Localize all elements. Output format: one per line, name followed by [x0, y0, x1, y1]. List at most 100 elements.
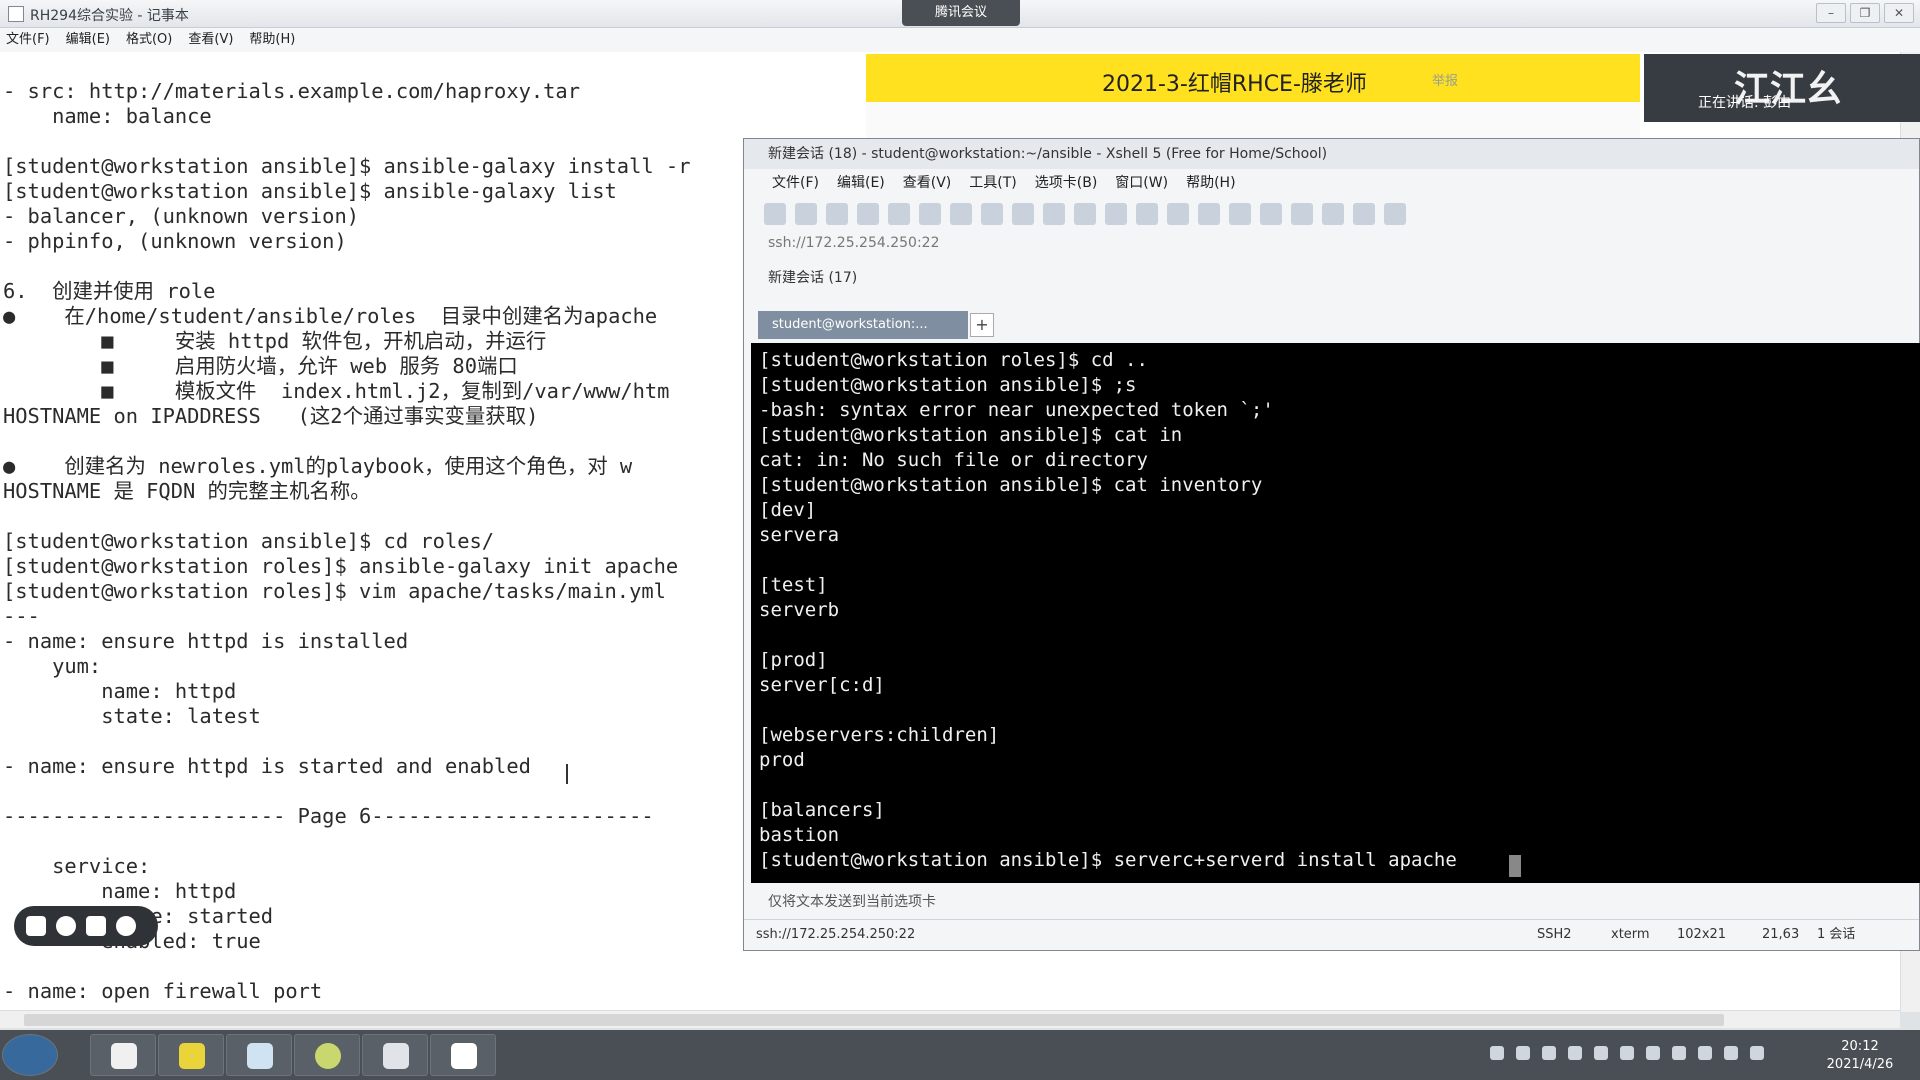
xs-menu-window[interactable]: 窗口(W)	[1115, 169, 1168, 197]
new-session-icon[interactable]	[764, 203, 786, 225]
grid-icon[interactable]	[26, 916, 46, 936]
notepad-line: [student@workstation roles]$ vim apache/…	[3, 579, 666, 603]
menu-help[interactable]: 帮助(H)	[249, 28, 295, 52]
terminal-line: [test]	[759, 574, 828, 596]
scrollbar-thumb[interactable]	[24, 1014, 1724, 1026]
taskbar-app-browser[interactable]	[294, 1034, 360, 1076]
xshell-window: 新建会话 (18) - student@workstation:~/ansibl…	[743, 138, 1920, 951]
paste-icon[interactable]	[950, 203, 972, 225]
terminal-line: [webservers:children]	[759, 724, 1000, 746]
xs-menu-tools[interactable]: 工具(T)	[969, 169, 1016, 197]
notepad-line: ■ 安装 httpd 软件包，开机启动，并运行	[3, 329, 547, 353]
minimize-button[interactable]: –	[1816, 3, 1846, 23]
terminal-line: [prod]	[759, 649, 828, 671]
notepad-app-icon	[179, 1043, 205, 1069]
session-tab[interactable]: student@workstation:...	[758, 311, 968, 339]
notepad-line: [student@workstation roles]$ ansible-gal…	[3, 554, 679, 578]
address-bar[interactable]: ssh://172.25.254.250:22	[768, 235, 939, 251]
clock-date: 2021/4/26	[1826, 1057, 1894, 1072]
notepad-line: - src: http://materials.example.com/hapr…	[3, 79, 580, 103]
send-text-bar[interactable]: 仅将文本发送到当前选项卡	[768, 891, 936, 911]
keyboard-icon[interactable]	[1260, 203, 1282, 225]
emoji-icon[interactable]	[56, 916, 76, 936]
meeting-report-dropdown[interactable]: 举报	[1432, 70, 1458, 89]
notepad-line: name: balance	[3, 104, 212, 128]
volume-tray-icon[interactable]	[1750, 1046, 1764, 1060]
start-button[interactable]	[2, 1034, 58, 1076]
open-folder-icon[interactable]	[795, 203, 817, 225]
monitor-tray-icon[interactable]	[1672, 1046, 1686, 1060]
disconnect-icon[interactable]	[857, 203, 879, 225]
find-icon[interactable]	[981, 203, 1003, 225]
notepad-horizontal-scrollbar[interactable]	[0, 1010, 1900, 1028]
font-icon[interactable]	[1105, 203, 1127, 225]
transfer-icon[interactable]	[1043, 203, 1065, 225]
layout-icon[interactable]	[1322, 203, 1344, 225]
meeting-title-bar[interactable]: 2021-3-红帽RHCE-滕老师 举报	[866, 54, 1640, 102]
xshell-titlebar[interactable]: 新建会话 (18) - student@workstation:~/ansibl…	[744, 139, 1919, 169]
terminal-output: [student@workstation roles]$ cd .. [stude…	[759, 348, 1468, 873]
menu-format[interactable]: 格式(O)	[126, 28, 172, 52]
notepad-line: [student@workstation ansible]$ ansible-g…	[3, 179, 617, 203]
xmanager-icon[interactable]	[1167, 203, 1189, 225]
notepad-line: ■ 模板文件 index.html.j2，复制到/var/www/htm	[3, 379, 670, 403]
terminal-line: [student@workstation roles]$ cd ..	[759, 349, 1148, 371]
qq-tray-icon[interactable]	[1620, 1046, 1634, 1060]
notepad-line: state: latest	[3, 704, 261, 728]
copy-icon[interactable]	[919, 203, 941, 225]
help-icon[interactable]	[1353, 203, 1375, 225]
close-button[interactable]: ✕	[1884, 3, 1914, 23]
print-icon[interactable]	[1012, 203, 1034, 225]
favorite-session-link[interactable]: 新建会话 (17)	[768, 267, 857, 287]
xs-menu-edit[interactable]: 编辑(E)	[837, 169, 885, 197]
notepad-line: yum:	[3, 654, 102, 678]
menu-edit[interactable]: 编辑(E)	[66, 28, 110, 52]
taskbar-app-qq[interactable]	[90, 1034, 156, 1076]
clock[interactable]: 20:12 2021/4/26	[1820, 1038, 1900, 1074]
status-cursor: 21,63	[1762, 927, 1800, 942]
notepad-line	[3, 429, 690, 454]
taskbar-app-files[interactable]	[362, 1034, 428, 1076]
network-tray-icon[interactable]	[1698, 1046, 1712, 1060]
terminal[interactable]: [student@workstation roles]$ cd .. [stude…	[751, 343, 1920, 883]
terminal-line: -bash: syntax error near unexpected toke…	[759, 399, 1274, 421]
notepad-line	[3, 729, 690, 754]
notepad-line: name: httpd	[3, 679, 237, 703]
connect-icon[interactable]	[826, 203, 848, 225]
arrow-up-tray-icon[interactable]	[1594, 1046, 1608, 1060]
fullscreen-icon[interactable]	[1198, 203, 1220, 225]
xs-menu-tabs[interactable]: 选项卡(B)	[1035, 169, 1098, 197]
chat-bubble-icon[interactable]	[1384, 203, 1406, 225]
taskbar-app-meeting[interactable]	[226, 1034, 292, 1076]
meeting-app-tag[interactable]: 腾讯会议	[902, 0, 1020, 26]
input-method-tray-icon[interactable]	[1646, 1046, 1660, 1060]
pen-tray-icon[interactable]	[1516, 1046, 1530, 1060]
properties-icon[interactable]	[888, 203, 910, 225]
menu-file[interactable]: 文件(F)	[6, 28, 50, 52]
terminal-cursor	[1509, 855, 1521, 877]
collapse-arrow-icon[interactable]	[116, 916, 136, 936]
new-tab-button[interactable]: +	[970, 313, 994, 337]
globe-icon[interactable]	[1074, 203, 1096, 225]
chat-icon[interactable]	[86, 916, 106, 936]
xs-menu-view[interactable]: 查看(V)	[903, 169, 952, 197]
shield-tray-icon[interactable]	[1568, 1046, 1582, 1060]
speaking-label: 正在讲话: 彭由	[1698, 95, 1792, 111]
xftp-icon[interactable]	[1136, 203, 1158, 225]
taskbar-app-xshell[interactable]	[430, 1034, 496, 1076]
xs-menu-help[interactable]: 帮助(H)	[1186, 169, 1235, 197]
battery-tray-icon[interactable]	[1724, 1046, 1738, 1060]
taskbar-app-notepad[interactable]	[158, 1034, 224, 1076]
xs-menu-file[interactable]: 文件(F)	[772, 169, 819, 197]
keyboard-tray-icon[interactable]	[1490, 1046, 1504, 1060]
add-tab-icon[interactable]	[1291, 203, 1313, 225]
notepad-line	[3, 829, 690, 854]
terminal-line: [student@workstation ansible]$ cat inven…	[759, 474, 1263, 496]
maximize-button[interactable]: ❐	[1850, 3, 1880, 23]
lock-icon[interactable]	[1229, 203, 1251, 225]
terminal-line: cat: in: No such file or directory	[759, 449, 1148, 471]
menu-view[interactable]: 查看(V)	[188, 28, 233, 52]
terminal-line: prod	[759, 749, 805, 771]
usb-tray-icon[interactable]	[1542, 1046, 1556, 1060]
